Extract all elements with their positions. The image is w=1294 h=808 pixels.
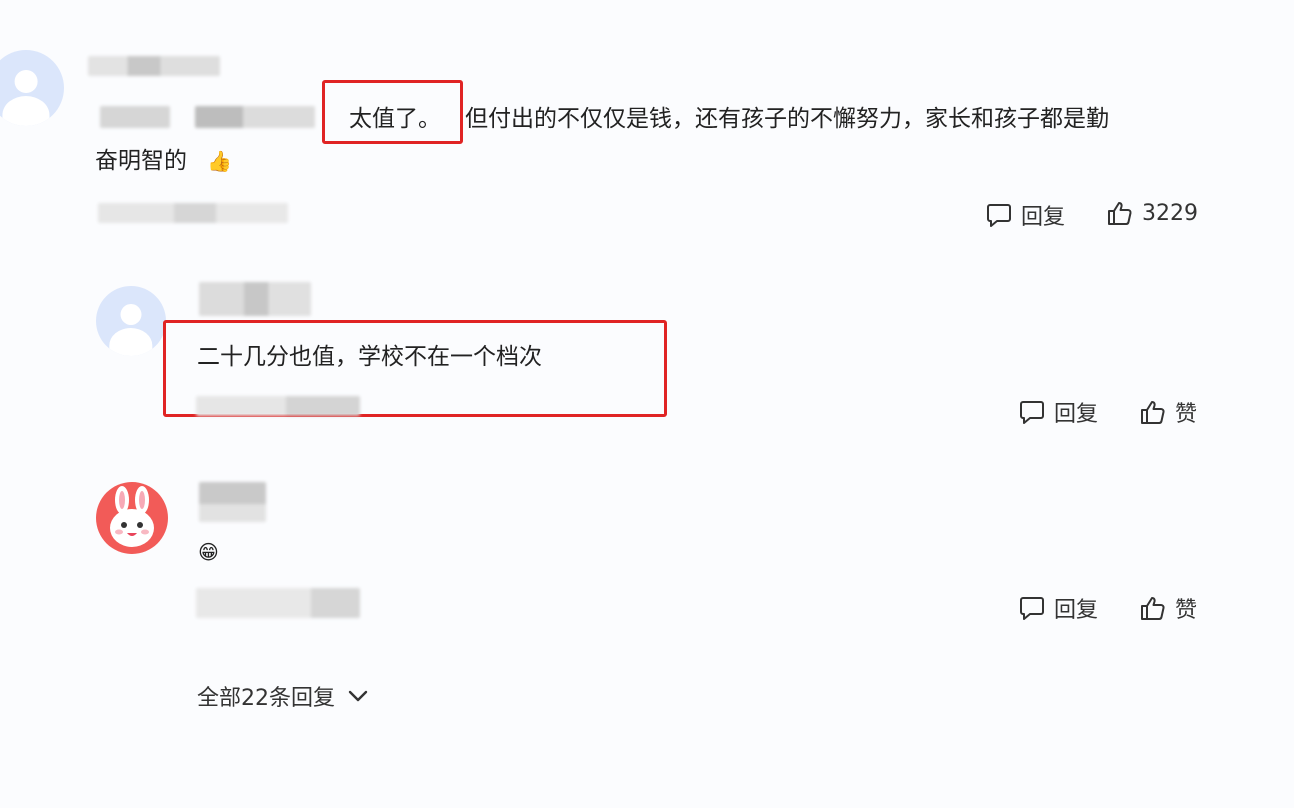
highlight-box (322, 80, 463, 144)
reply-button[interactable]: 回复 (1018, 396, 1098, 428)
username-blurred[interactable] (88, 56, 220, 76)
reply-button[interactable]: 回复 (1018, 592, 1098, 624)
thumbs-up-icon (1108, 202, 1132, 225)
comment-meta-blurred (196, 588, 360, 618)
reply-label: 回复 (1021, 205, 1066, 230)
bunny-avatar[interactable] (96, 482, 168, 554)
reply-label: 回复 (1054, 598, 1099, 623)
username-blurred[interactable] (199, 482, 266, 522)
thumbs-up-emoji: 👍 (207, 149, 232, 173)
like-count: 3229 (1142, 200, 1198, 226)
mention-blurred (100, 106, 170, 128)
mention-blurred (195, 106, 315, 128)
avatar[interactable] (0, 50, 64, 126)
like-label: 赞 (1175, 402, 1198, 427)
like-button[interactable]: 赞 (1139, 592, 1197, 624)
bunny-icon (110, 486, 154, 547)
chevron-down-icon (348, 690, 368, 702)
comment-text: 但付出的不仅仅是钱，还有孩子的不懈努力，家长和孩子都是勤 (465, 106, 1109, 132)
username-blurred[interactable] (199, 282, 311, 316)
comment-meta-blurred (98, 203, 288, 223)
thumbs-up-icon (1141, 401, 1165, 424)
like-label: 赞 (1175, 598, 1198, 623)
like-button[interactable]: 3229 (1106, 199, 1198, 227)
all-replies-button[interactable]: 全部22条回复 (197, 680, 371, 712)
comment-icon (1020, 401, 1044, 424)
grin-emoji: 😁 (198, 540, 219, 564)
comment-text: 奋明智的 (95, 148, 187, 174)
reply-label: 回复 (1054, 402, 1099, 427)
thumbs-up-icon (1141, 597, 1165, 620)
comment-icon (987, 204, 1011, 227)
all-replies-label: 全部22条回复 (197, 686, 335, 711)
comment-text: 二十几分也值，学校不在一个档次 (197, 344, 542, 370)
avatar[interactable] (96, 286, 166, 356)
reply-button[interactable]: 回复 (985, 199, 1065, 231)
comment-icon (1020, 597, 1044, 620)
comment-meta-blurred (196, 396, 360, 416)
like-button[interactable]: 赞 (1139, 396, 1197, 428)
